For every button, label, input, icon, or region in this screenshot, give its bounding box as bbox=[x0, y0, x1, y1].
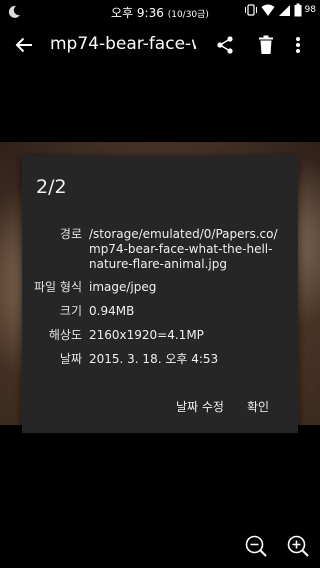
back-button[interactable] bbox=[10, 31, 38, 59]
status-bar: 오후 9:36 (10/30금) 98 bbox=[0, 0, 320, 24]
status-icons: 98 bbox=[244, 3, 316, 17]
zoom-in-icon[interactable] bbox=[286, 534, 310, 558]
back-arrow-icon bbox=[15, 37, 32, 53]
share-icon bbox=[217, 36, 233, 54]
detail-value: 0.94MB bbox=[89, 304, 135, 318]
edit-date-button[interactable]: 날짜 수정 bbox=[176, 398, 224, 415]
status-time-text: 오후 9:36 bbox=[111, 6, 164, 20]
wifi-icon bbox=[261, 4, 275, 16]
signal-icon bbox=[278, 5, 290, 16]
ok-button[interactable]: 확인 bbox=[247, 398, 269, 415]
delete-button[interactable] bbox=[253, 32, 279, 58]
battery-icon bbox=[294, 3, 302, 17]
battery-percent: 98 bbox=[304, 5, 316, 15]
details-dialog: 2/2 경로 /storage/emulated/0/Papers.co/mp7… bbox=[22, 156, 298, 433]
detail-label: 경로 bbox=[59, 227, 82, 241]
app-bar: mp74-bear-face-what-the-hell-nature-flar… bbox=[0, 24, 320, 66]
detail-value: 2160x1920=4.1MP bbox=[89, 328, 204, 342]
zoom-out-icon[interactable] bbox=[244, 534, 268, 558]
detail-value: /storage/emulated/0/Papers.co/mp74-bear-… bbox=[89, 227, 278, 271]
detail-value: 2015. 3. 18. 오후 4:53 bbox=[89, 352, 219, 366]
file-title: mp74-bear-face-what-the-hell-nature-flar… bbox=[50, 34, 196, 54]
dialog-title: 2/2 bbox=[36, 176, 67, 198]
more-vert-icon bbox=[296, 37, 300, 53]
detail-label: 날짜 bbox=[59, 352, 82, 366]
trash-icon bbox=[259, 35, 273, 54]
detail-label: 파일 형식 bbox=[34, 280, 82, 294]
status-date: (10/30금) bbox=[167, 10, 209, 20]
vibrate-icon bbox=[244, 4, 257, 16]
detail-value: image/jpeg bbox=[89, 280, 157, 294]
detail-label: 크기 bbox=[59, 304, 82, 318]
share-button[interactable] bbox=[212, 32, 238, 58]
more-options-button[interactable] bbox=[286, 32, 310, 58]
detail-label: 해상도 bbox=[48, 328, 82, 342]
